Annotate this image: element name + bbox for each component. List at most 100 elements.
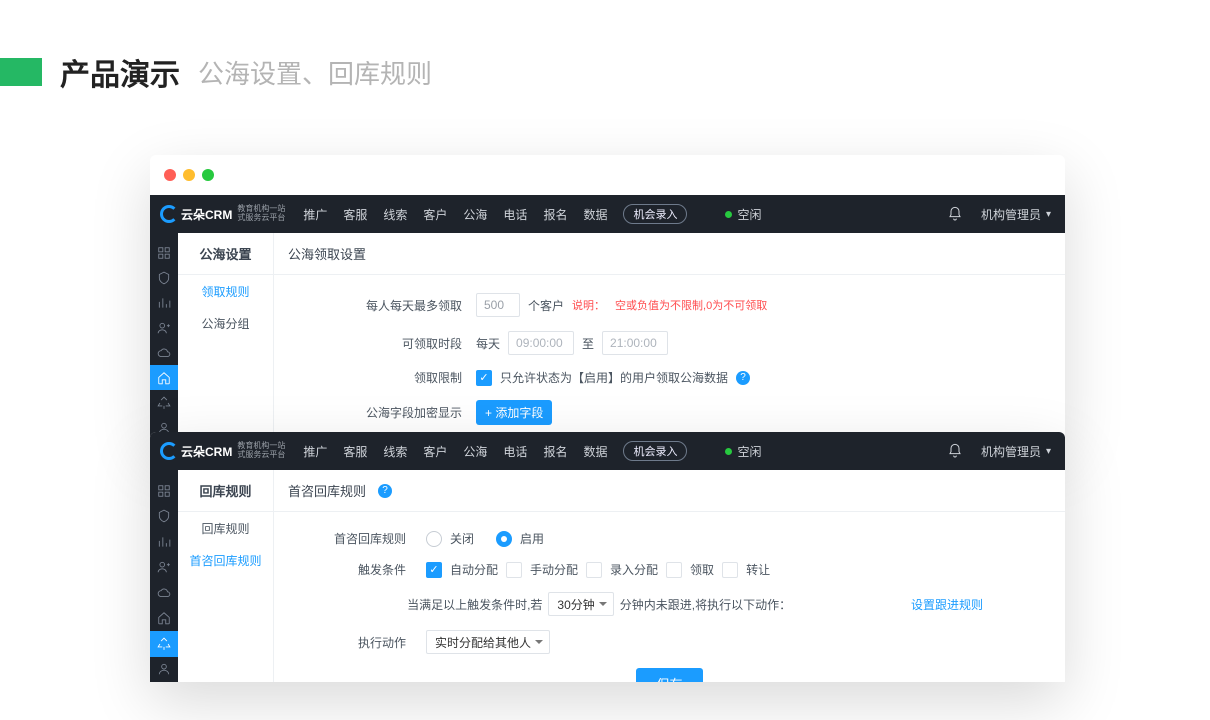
nav-item[interactable]: 数据 (583, 443, 607, 460)
min-dot-icon[interactable] (183, 169, 195, 181)
nav-item[interactable]: 线索 (383, 443, 407, 460)
side-item-claim-rule[interactable]: 领取规则 (178, 275, 273, 307)
user-menu[interactable]: 机构管理员 ▾ (981, 443, 1051, 460)
brand-logo: 云朵CRM 教育机构一站 式服务云平台 (150, 442, 295, 460)
rail-person-icon[interactable] (150, 657, 178, 683)
radio-off-label: 关闭 (450, 530, 474, 547)
user-name: 机构管理员 (981, 206, 1041, 223)
chk-auto-label: 自动分配 (450, 561, 498, 578)
max-claim-label: 每人每天最多领取 (286, 297, 476, 314)
app-topbar: 云朵CRM 教育机构一站 式服务云平台 推广 客服 线索 客户 公海 电话 报名… (150, 195, 1065, 233)
record-button[interactable]: 机会录入 (623, 441, 687, 461)
brand-sub2: 式服务云平台 (237, 451, 285, 460)
nav-item[interactable]: 电话 (503, 443, 527, 460)
save-button[interactable]: 保存 (636, 668, 702, 682)
nav-item[interactable]: 客户 (423, 443, 447, 460)
panel-title: 公海领取设置 (274, 233, 1065, 275)
rail-home-icon[interactable] (150, 365, 178, 390)
side-item-return-rule[interactable]: 回库规则 (178, 512, 273, 544)
bell-icon[interactable] (947, 206, 963, 222)
nav-item[interactable]: 客户 (423, 206, 447, 223)
bell-icon[interactable] (947, 443, 963, 459)
user-name: 机构管理员 (981, 443, 1041, 460)
nav-item[interactable]: 客服 (343, 443, 367, 460)
nav-item[interactable]: 推广 (303, 443, 327, 460)
nav-item[interactable]: 客服 (343, 206, 367, 223)
status-indicator: 空闲 (725, 443, 761, 460)
chk-entry[interactable] (586, 562, 602, 578)
status-text: 空闲 (737, 206, 761, 223)
side-item-first-consult[interactable]: 首咨回库规则 (178, 544, 273, 576)
time-to-input[interactable]: 21:00:00 (602, 331, 668, 355)
rail-grid-icon[interactable] (150, 241, 178, 266)
limit-text: 只允许状态为【启用】的用户领取公海数据 (500, 369, 728, 386)
max-dot-icon[interactable] (202, 169, 214, 181)
accent-block (0, 58, 42, 86)
set-followup-link[interactable]: 设置跟进规则 (911, 596, 983, 613)
rail-cloud-icon[interactable] (150, 580, 178, 606)
rail-chart-icon[interactable] (150, 291, 178, 316)
brand-text: 云朵CRM (181, 443, 232, 460)
nav-item[interactable]: 数据 (583, 206, 607, 223)
action-select[interactable]: 实时分配给其他人 (426, 630, 550, 654)
rail-shield-icon[interactable] (150, 504, 178, 530)
rail-chart-icon[interactable] (150, 529, 178, 555)
brand-logo: 云朵CRM 教育机构一站 式服务云平台 (150, 205, 295, 223)
trigger-label: 触发条件 (286, 561, 426, 578)
chk-entry-label: 录入分配 (610, 561, 658, 578)
time-label: 可领取时段 (286, 335, 476, 352)
radio-on[interactable] (496, 531, 512, 547)
close-dot-icon[interactable] (164, 169, 176, 181)
nav-item[interactable]: 公海 (463, 443, 487, 460)
nav-item[interactable]: 推广 (303, 206, 327, 223)
user-menu[interactable]: 机构管理员 ▾ (981, 206, 1051, 223)
mac-titlebar (150, 155, 1065, 195)
rail-home-icon[interactable] (150, 606, 178, 632)
brand-text: 云朵CRM (181, 206, 232, 223)
panel-title-text: 首咨回库规则 (288, 481, 366, 500)
action-label: 执行动作 (286, 634, 426, 651)
encrypt-label: 公海字段加密显示 (286, 404, 476, 421)
help-icon[interactable]: ? (736, 371, 750, 385)
nav-item[interactable]: 电话 (503, 206, 527, 223)
max-claim-input[interactable]: 500 (476, 293, 520, 317)
nav-item[interactable]: 报名 (543, 443, 567, 460)
nav-item[interactable]: 报名 (543, 206, 567, 223)
chk-manual[interactable] (506, 562, 522, 578)
nav-item[interactable]: 线索 (383, 206, 407, 223)
radio-off[interactable] (426, 531, 442, 547)
icon-rail (150, 233, 178, 440)
rule-label: 首咨回库规则 (286, 530, 426, 547)
chk-transfer[interactable] (722, 562, 738, 578)
logo-c-icon (160, 442, 178, 460)
top-nav: 推广 客服 线索 客户 公海 电话 报名 数据 机会录入 (295, 204, 695, 224)
status-dot-icon (725, 211, 732, 218)
rail-user-icon[interactable] (150, 555, 178, 581)
side-title: 公海设置 (178, 233, 273, 275)
page-subtitle: 公海设置、回库规则 (198, 54, 432, 91)
rail-recycle-icon[interactable] (150, 631, 178, 657)
chk-manual-label: 手动分配 (530, 561, 578, 578)
rail-user-icon[interactable] (150, 316, 178, 341)
record-button[interactable]: 机会录入 (623, 204, 687, 224)
cond-text2: 分钟内未跟进,将执行以下动作： (620, 596, 791, 613)
rail-recycle-icon[interactable] (150, 390, 178, 415)
rail-shield-icon[interactable] (150, 266, 178, 291)
minutes-select[interactable]: 30分钟 (548, 592, 613, 616)
side-item-groups[interactable]: 公海分组 (178, 307, 273, 339)
settings-panel: 公海领取设置 每人每天最多领取 500 个客户 说明： 空或负值为不限制,0为不… (274, 233, 1065, 440)
nav-item[interactable]: 公海 (463, 206, 487, 223)
time-from-input[interactable]: 09:00:00 (508, 331, 574, 355)
rail-grid-icon[interactable] (150, 478, 178, 504)
chk-transfer-label: 转让 (746, 561, 770, 578)
help-icon[interactable]: ? (378, 484, 392, 498)
max-claim-note: 空或负值为不限制,0为不可领取 (615, 297, 767, 313)
app-topbar: 云朵CRM 教育机构一站 式服务云平台 推广 客服 线索 客户 公海 电话 报名… (150, 432, 1065, 470)
rule-panel: 首咨回库规则 ? 首咨回库规则 关闭 启用 触发条件 ✓自动分配 (274, 470, 1065, 682)
add-field-button[interactable]: + 添加字段 (476, 400, 552, 425)
limit-checkbox[interactable]: ✓ (476, 370, 492, 386)
chk-claim[interactable] (666, 562, 682, 578)
logo-c-icon (160, 205, 178, 223)
chk-auto[interactable]: ✓ (426, 562, 442, 578)
rail-cloud-icon[interactable] (150, 341, 178, 366)
